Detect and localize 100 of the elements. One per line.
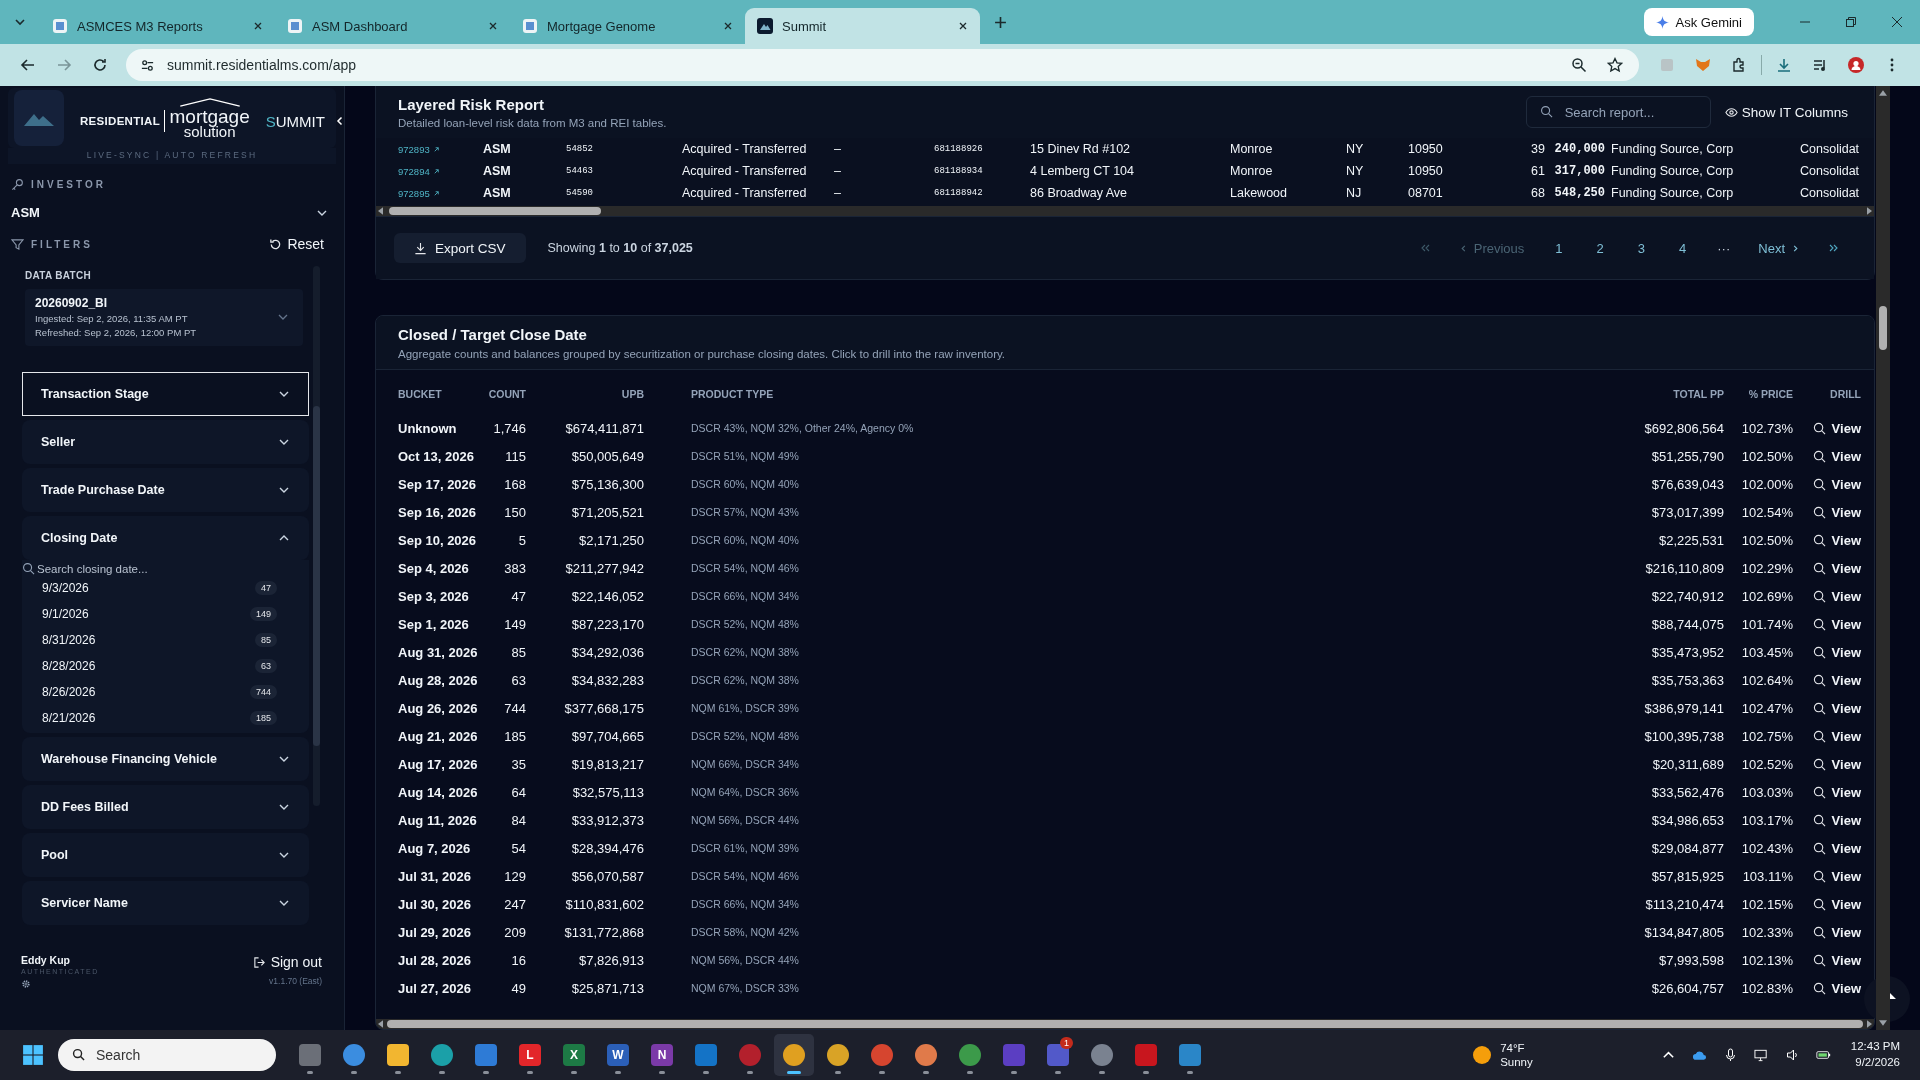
back-icon[interactable]	[20, 57, 36, 73]
view-button[interactable]: View	[1812, 672, 1861, 688]
view-button[interactable]: View	[1812, 616, 1861, 632]
download-icon[interactable]	[1776, 57, 1792, 73]
arrow-down-icon[interactable]	[1879, 1020, 1887, 1026]
view-button[interactable]: View	[1812, 644, 1861, 660]
filter-option[interactable]: 8/28/2026 63	[22, 653, 309, 679]
avatar-icon[interactable]	[1848, 57, 1864, 73]
close-icon[interactable]	[958, 21, 968, 31]
taskbar-button[interactable]: X	[554, 1034, 594, 1076]
media-icon[interactable]	[1812, 57, 1828, 73]
star-icon[interactable]	[1607, 57, 1623, 73]
view-button[interactable]: View	[1812, 840, 1861, 856]
filter-section[interactable]: Warehouse Financing Vehicle	[22, 737, 309, 781]
view-button[interactable]: View	[1812, 952, 1861, 968]
view-button[interactable]: View	[1812, 756, 1861, 772]
zoom-icon[interactable]	[1571, 57, 1587, 73]
scrollbar[interactable]	[1876, 86, 1890, 1030]
page-button[interactable]: 3	[1637, 240, 1646, 256]
view-button[interactable]: View	[1812, 700, 1861, 716]
scroll-thumb[interactable]	[389, 207, 601, 215]
view-button[interactable]: View	[1812, 784, 1861, 800]
close-icon[interactable]	[1891, 16, 1903, 28]
filter-section[interactable]: Closing Date	[22, 516, 309, 560]
scroll-thumb[interactable]	[1879, 306, 1887, 350]
filter-option[interactable]: 9/3/2026 47	[22, 575, 309, 601]
taskbar-button[interactable]	[774, 1034, 814, 1076]
show-it-columns-button[interactable]: Show IT Columns	[1718, 103, 1854, 121]
loan-link[interactable]: 972895	[398, 187, 483, 199]
taskbar-button[interactable]: L	[510, 1034, 550, 1076]
reset-button[interactable]: Reset	[269, 236, 324, 252]
filter-section[interactable]: Pool	[22, 833, 309, 877]
browser-tab[interactable]: ASM Dashboard	[275, 8, 510, 44]
speaker-icon[interactable]	[1784, 1048, 1800, 1062]
sign-out-button[interactable]: Sign out	[252, 954, 322, 970]
reload-icon[interactable]	[92, 57, 108, 73]
filter-option[interactable]: 8/31/2026 85	[22, 627, 309, 653]
arrow-right-icon[interactable]	[1867, 207, 1872, 215]
view-button[interactable]: View	[1812, 812, 1861, 828]
view-button[interactable]: View	[1812, 728, 1861, 744]
view-button[interactable]: View	[1812, 420, 1861, 436]
arrow-right-icon[interactable]	[1867, 1020, 1872, 1028]
puzzle-icon[interactable]	[1731, 57, 1747, 73]
close-icon[interactable]	[488, 21, 498, 31]
taskbar-button[interactable]: 1	[1038, 1034, 1078, 1076]
arrow-left-icon[interactable]	[378, 207, 383, 215]
scrollbar[interactable]	[313, 266, 320, 806]
view-button[interactable]: View	[1812, 980, 1861, 996]
page-button[interactable]: 1	[1555, 240, 1563, 256]
filter-section[interactable]: Seller	[22, 420, 309, 464]
next-button[interactable]: Next	[1758, 240, 1800, 256]
scroll-thumb[interactable]	[387, 1020, 1863, 1028]
view-button[interactable]: View	[1812, 560, 1861, 576]
page-button[interactable]: 2	[1596, 240, 1604, 256]
chevron-down-icon[interactable]	[14, 16, 26, 28]
taskbar-button[interactable]: N	[642, 1034, 682, 1076]
investor-select[interactable]: ASM	[0, 205, 344, 220]
view-button[interactable]: View	[1812, 448, 1861, 464]
weather-widget[interactable]: 74°F Sunny	[1472, 1040, 1533, 1070]
arrow-left-icon[interactable]	[378, 1020, 383, 1028]
filter-option[interactable]: 9/1/2026 149	[22, 601, 309, 627]
view-button[interactable]: View	[1812, 868, 1861, 884]
arrow-up-icon[interactable]	[1879, 90, 1887, 96]
monitor-icon[interactable]	[1753, 1048, 1769, 1062]
filter-option[interactable]: 8/26/2026 744	[22, 679, 309, 705]
battery-icon[interactable]	[1815, 1048, 1831, 1062]
view-button[interactable]: View	[1812, 504, 1861, 520]
close-icon[interactable]	[723, 21, 733, 31]
browser-tab[interactable]: ASMCES M3 Reports	[40, 8, 275, 44]
browser-tab[interactable]: Summit	[745, 8, 980, 44]
filter-section[interactable]: Transaction Stage	[22, 372, 309, 416]
view-button[interactable]: View	[1812, 896, 1861, 912]
view-button[interactable]: View	[1812, 532, 1861, 548]
plus-icon[interactable]	[994, 15, 1007, 29]
windows-icon[interactable]	[22, 1044, 44, 1066]
view-button[interactable]: View	[1812, 924, 1861, 940]
filter-section[interactable]: Servicer Name	[22, 881, 309, 925]
filter-section[interactable]: DD Fees Billed	[22, 785, 309, 829]
search-field[interactable]: Search	[58, 1039, 276, 1071]
page-button[interactable]: 4	[1679, 240, 1687, 256]
export-csv-button[interactable]: Export CSV	[394, 233, 526, 263]
scrollbar[interactable]	[376, 206, 1874, 216]
filter-option[interactable]: 8/21/2026 185	[22, 705, 309, 731]
view-button[interactable]: View	[1812, 588, 1861, 604]
taskbar-button[interactable]: W	[598, 1034, 638, 1076]
search-field[interactable]: Search closing date...	[37, 562, 237, 575]
site-info-icon[interactable]	[140, 57, 155, 73]
loan-link[interactable]: 972893	[398, 143, 483, 155]
last-page-icon[interactable]	[1828, 242, 1840, 254]
clock[interactable]: 12:43 PM 9/2/2026	[1850, 1039, 1900, 1071]
ask-gemini-button[interactable]: Ask Gemini	[1643, 8, 1754, 36]
scroll-thumb[interactable]	[313, 406, 320, 746]
browser-tab[interactable]: Mortgage Genome	[510, 8, 745, 44]
address-bar[interactable]: summit.residentialms.com/app	[126, 49, 1639, 81]
settings-icon[interactable]	[21, 979, 31, 989]
scrollbar[interactable]	[376, 1019, 1874, 1029]
restore-icon[interactable]	[1845, 16, 1857, 28]
data-batch-select[interactable]: 20260902_BI Ingested: Sep 2, 2026, 11:35 AM PT Refreshed: Sep 2, 2026, 12:00 PM PT	[25, 289, 303, 346]
view-button[interactable]: View	[1812, 476, 1861, 492]
close-icon[interactable]	[253, 21, 263, 31]
